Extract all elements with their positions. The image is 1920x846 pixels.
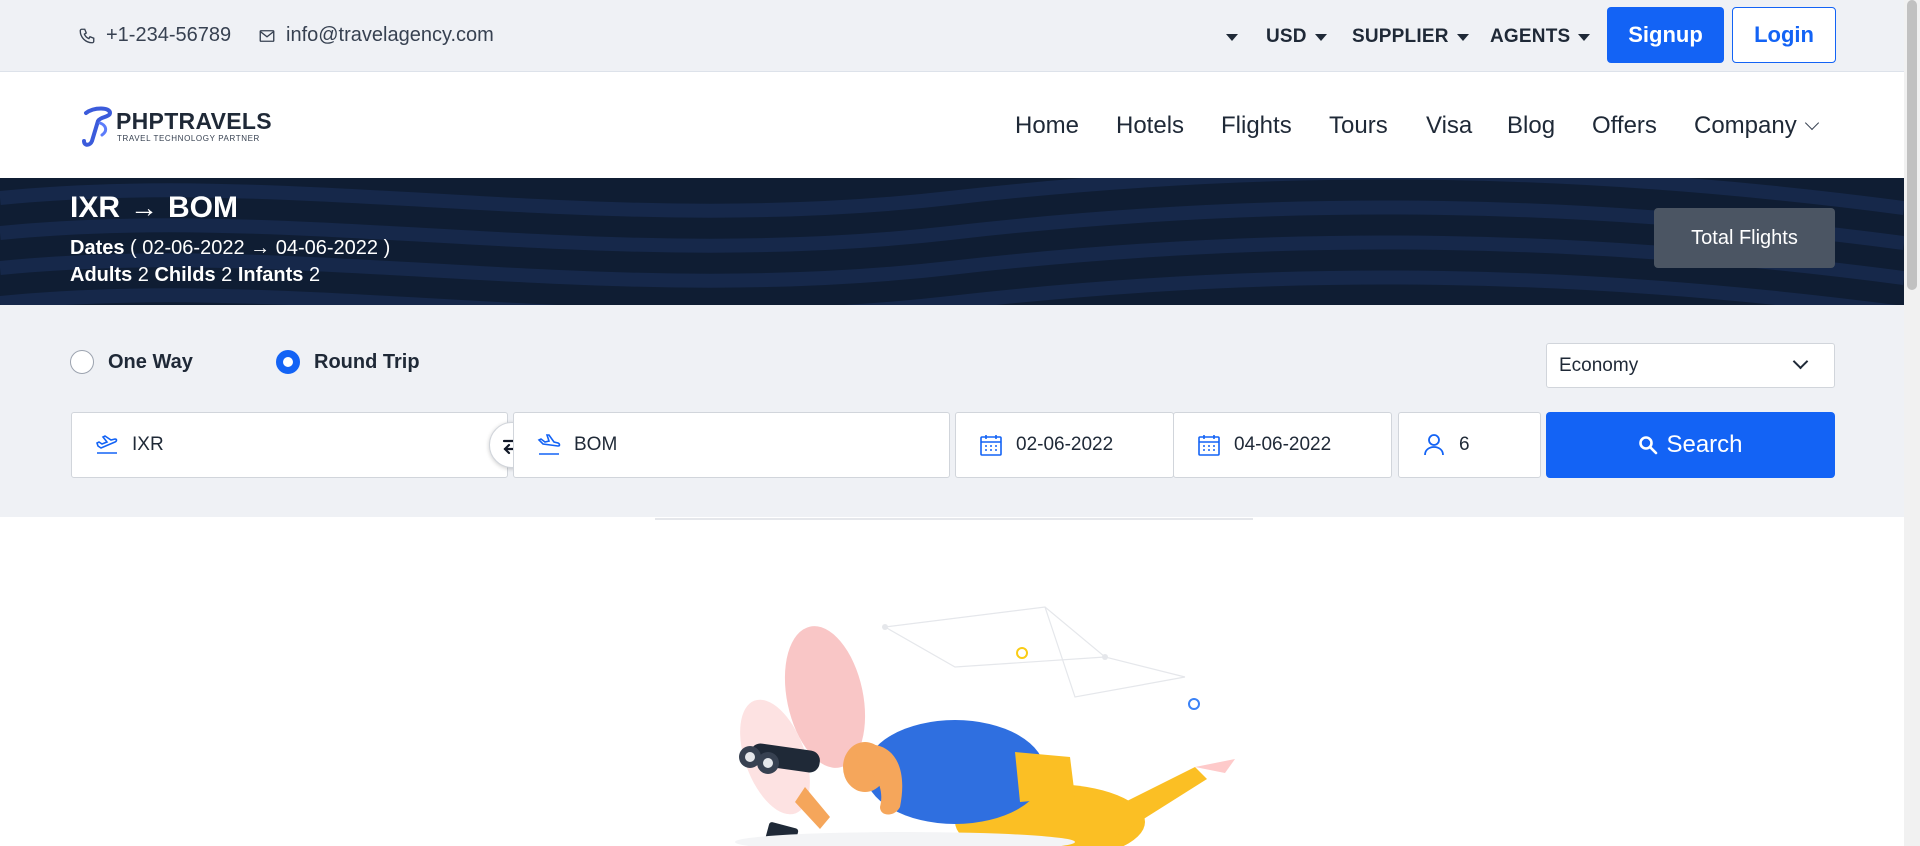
phone-icon <box>79 28 95 43</box>
calendar-icon <box>980 435 1002 456</box>
adults-label: Adults <box>70 264 133 286</box>
dates-open-paren: ( <box>130 237 143 259</box>
childs-count: 2 <box>221 264 233 286</box>
cabin-class-value: Economy <box>1559 355 1639 376</box>
caret-down-icon <box>1578 33 1591 41</box>
phone-contact[interactable]: +1-234-56789 <box>78 24 231 47</box>
arrow-right-icon: → <box>130 192 159 223</box>
departure-date-input[interactable]: 02-06-2022 <box>955 412 1174 478</box>
nav-company[interactable]: Company <box>1694 112 1819 140</box>
phone-number: +1-234-56789 <box>106 24 232 46</box>
signup-button[interactable]: Signup <box>1607 7 1724 63</box>
nav-home[interactable]: Home <box>1015 112 1079 140</box>
envelope-icon <box>259 29 275 42</box>
childs-label: Childs <box>154 264 216 286</box>
travellers-input[interactable]: 6 <box>1398 412 1541 478</box>
nav-visa[interactable]: Visa <box>1426 112 1472 140</box>
caret-down-icon <box>1314 33 1327 41</box>
trip-type-round-trip[interactable]: Round Trip <box>276 350 420 374</box>
supplier-label: SUPPLIER <box>1352 26 1449 47</box>
logo-mark-icon <box>82 106 113 147</box>
main-navbar: PHPTRAVELS TRAVEL TECHNOLOGY PARTNER Hom… <box>0 72 1904 178</box>
depart-date-text: 02-06-2022 <box>142 237 245 259</box>
logo-name: PHPTRAVELS <box>116 108 272 134</box>
search-button[interactable]: Search <box>1546 412 1835 478</box>
plane-landing-icon <box>537 434 561 455</box>
nav-tours[interactable]: Tours <box>1329 112 1388 140</box>
currency-dropdown[interactable]: USD <box>1266 26 1327 48</box>
nav-flights[interactable]: Flights <box>1221 112 1292 140</box>
radio-checked-icon[interactable] <box>276 350 300 374</box>
plane-takeoff-icon <box>96 435 118 454</box>
user-icon <box>1424 434 1444 456</box>
route-heading: IXR → BOM <box>70 191 238 225</box>
nav-company-label: Company <box>1694 112 1797 139</box>
chevron-down-icon <box>1804 115 1819 131</box>
nav-offers[interactable]: Offers <box>1592 112 1657 140</box>
flight-search-form: One Way Round Trip Economy IXR BOM 02-06… <box>0 305 1904 517</box>
supplier-dropdown[interactable]: SUPPLIER <box>1352 26 1469 48</box>
chevron-down-icon <box>1792 353 1809 370</box>
round-trip-label: Round Trip <box>314 350 420 373</box>
travellers-value: 6 <box>1459 434 1470 455</box>
one-way-label: One Way <box>108 350 193 373</box>
infants-count: 2 <box>308 264 321 286</box>
calendar-icon <box>1198 435 1220 456</box>
site-logo[interactable]: PHPTRAVELS TRAVEL TECHNOLOGY PARTNER <box>80 105 272 149</box>
nav-hotels[interactable]: Hotels <box>1116 112 1184 140</box>
to-airport-value: BOM <box>574 434 618 455</box>
departure-date-value: 02-06-2022 <box>1016 434 1114 455</box>
top-bar: +1-234-56789 info@travelagency.com USD S… <box>0 0 1904 72</box>
email-address: info@travelagency.com <box>286 24 494 46</box>
dates-close-paren: ) <box>378 237 391 259</box>
agents-dropdown[interactable]: AGENTS <box>1490 26 1591 48</box>
total-flights-button[interactable]: Total Flights <box>1654 208 1835 268</box>
return-date-input[interactable]: 04-06-2022 <box>1173 412 1392 478</box>
logo-tagline: TRAVEL TECHNOLOGY PARTNER <box>117 134 260 143</box>
scrollbar-thumb[interactable] <box>1907 0 1917 290</box>
return-date-value: 04-06-2022 <box>1234 434 1332 455</box>
nav-blog[interactable]: Blog <box>1507 112 1555 140</box>
cabin-class-select[interactable]: Economy <box>1546 343 1835 388</box>
route-destination: BOM <box>168 191 239 224</box>
trip-type-one-way[interactable]: One Way <box>70 350 193 374</box>
adults-count: 2 <box>137 264 149 286</box>
agents-label: AGENTS <box>1490 26 1571 47</box>
login-button[interactable]: Login <box>1732 7 1836 63</box>
email-contact[interactable]: info@travelagency.com <box>258 24 494 47</box>
search-button-label: Search <box>1666 431 1743 458</box>
from-airport-value: IXR <box>132 434 164 455</box>
infants-label: Infants <box>237 264 304 286</box>
route-origin: IXR <box>70 191 121 224</box>
search-icon <box>1639 436 1658 455</box>
language-dropdown[interactable] <box>1226 34 1238 41</box>
return-date-text: 04-06-2022 <box>275 237 379 259</box>
from-airport-input[interactable]: IXR <box>71 412 508 478</box>
no-results-illustration <box>655 517 1253 846</box>
to-airport-input[interactable]: BOM <box>513 412 950 478</box>
dates-label: Dates <box>70 237 125 259</box>
arrow-right-icon: → <box>250 237 271 259</box>
passenger-summary: Adults 2 Childs 2 Infants 2 <box>70 264 320 287</box>
radio-unchecked-icon[interactable] <box>70 350 94 374</box>
route-dates: Dates ( 02-06-2022 → 04-06-2022 ) <box>70 237 390 260</box>
search-summary-banner: IXR → BOM Dates ( 02-06-2022 → 04-06-202… <box>0 178 1904 305</box>
caret-down-icon <box>1456 33 1469 41</box>
currency-label: USD <box>1266 26 1307 47</box>
